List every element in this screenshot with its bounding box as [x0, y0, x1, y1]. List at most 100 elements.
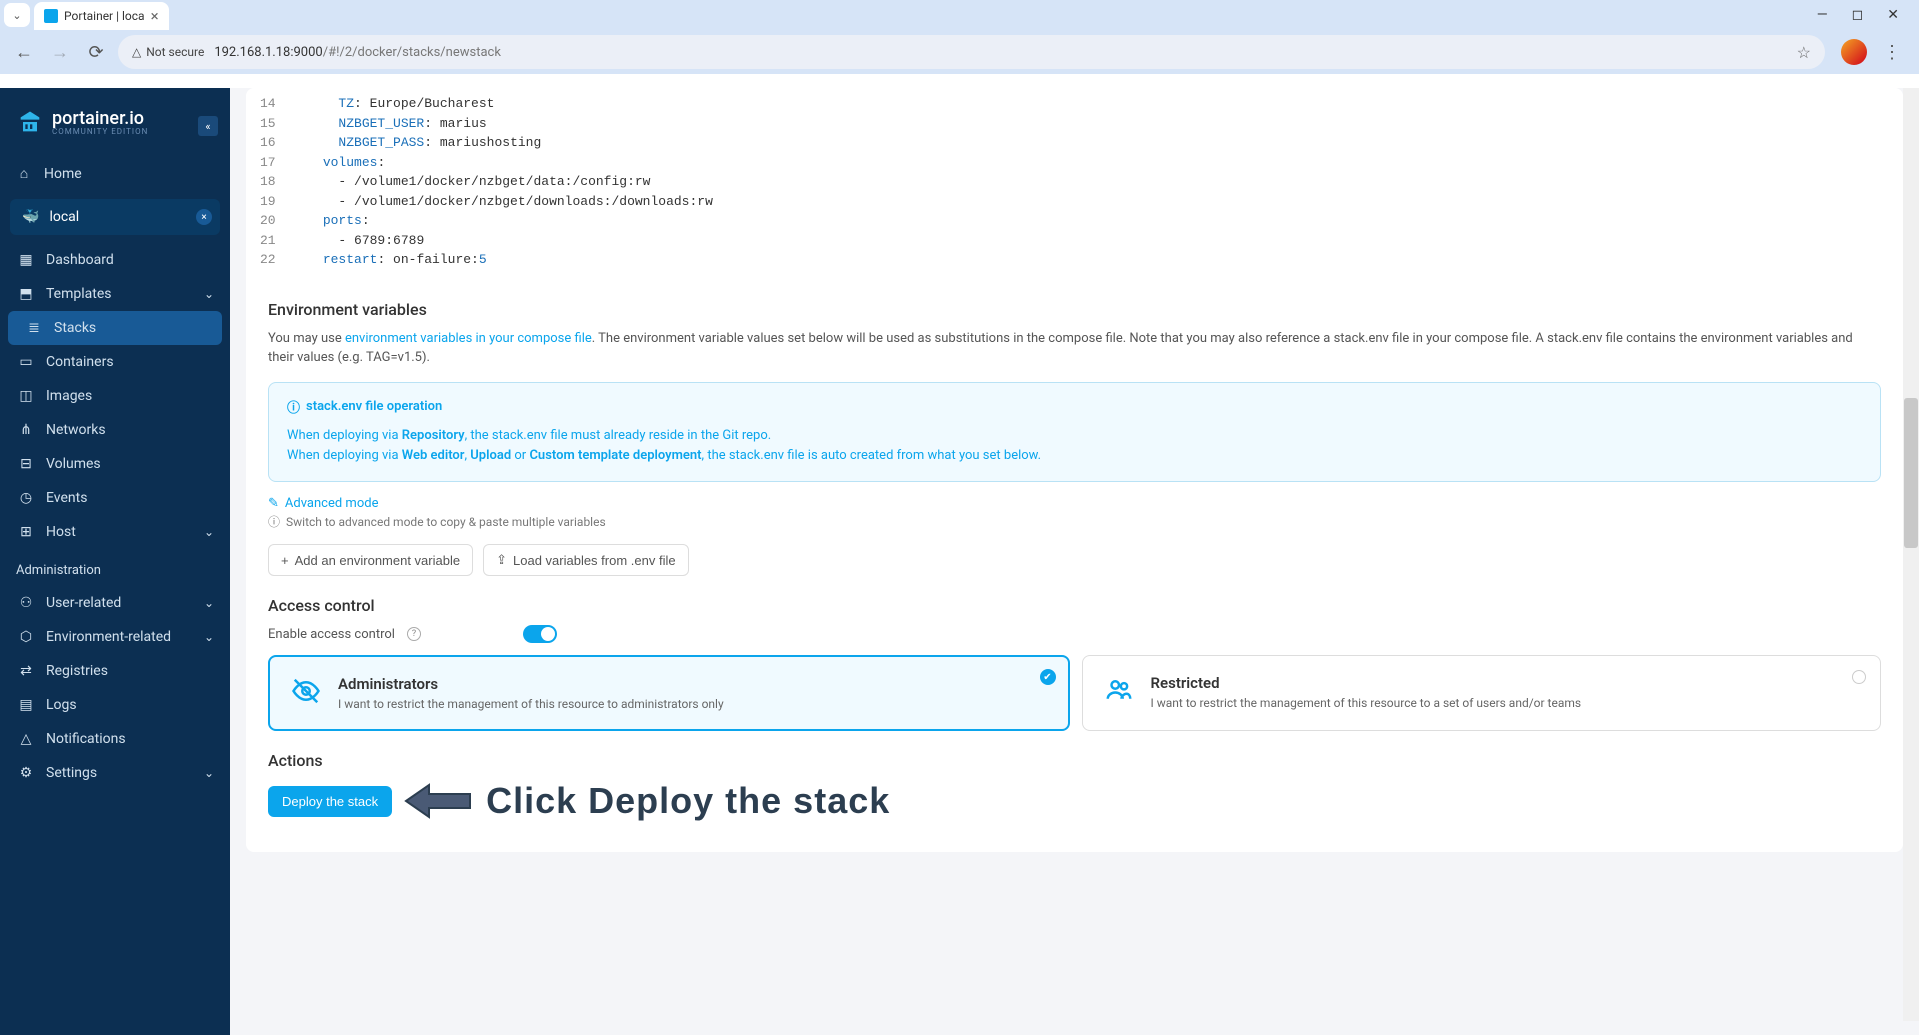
volumes-icon: ⊟	[18, 456, 34, 472]
advanced-mode-help: ⓘ Switch to advanced mode to copy & past…	[268, 513, 1881, 530]
browser-chrome: ⌄ Portainer | loca × — ◻ ✕ ← → ⟳ △ Not s…	[0, 0, 1919, 74]
sidebar-item-environment-related[interactable]: ⬡Environment-related⌄	[0, 620, 230, 654]
users-icon: ⚇	[18, 595, 34, 611]
add-env-var-button[interactable]: + Add an environment variable	[268, 544, 473, 576]
close-window-icon[interactable]: ✕	[1887, 7, 1899, 23]
deploy-stack-button[interactable]: Deploy the stack	[268, 786, 392, 817]
admin-card-desc: I want to restrict the management of thi…	[338, 697, 724, 711]
back-icon[interactable]: ←	[10, 38, 38, 66]
check-icon: ✔	[1040, 669, 1056, 685]
security-indicator[interactable]: △ Not secure	[132, 45, 204, 59]
upload-icon: ⇪	[496, 552, 507, 568]
sidebar-item-settings[interactable]: ⚙Settings⌄	[0, 756, 230, 790]
bookmark-star-icon[interactable]: ☆	[1797, 43, 1811, 62]
restricted-card-title: Restricted	[1151, 674, 1582, 692]
help-icon[interactable]: ?	[407, 627, 421, 641]
environment-selector[interactable]: 🐳 local ×	[10, 199, 220, 235]
env-help: You may use environment variables in you…	[268, 329, 1881, 368]
scrollbar[interactable]	[1903, 88, 1919, 1021]
images-icon: ◫	[18, 388, 34, 404]
info-small-icon: ⓘ	[268, 513, 280, 530]
browser-tab[interactable]: Portainer | loca ×	[34, 2, 169, 30]
actions-section: Actions Deploy the stack Click Deploy th…	[246, 741, 1903, 832]
sidebar-item-label: Volumes	[46, 456, 101, 472]
env-section: Environment variables You may use enviro…	[246, 290, 1903, 587]
annotation-arrow-icon	[404, 781, 474, 821]
sidebar-item-networks[interactable]: ⋔Networks	[0, 413, 230, 447]
scrollbar-thumb[interactable]	[1904, 398, 1918, 548]
sidebar-item-host[interactable]: ⊞Host⌄	[0, 515, 230, 549]
sidebar-item-label: Notifications	[46, 731, 126, 747]
sidebar-item-volumes[interactable]: ⊟ Volumes	[0, 447, 230, 481]
maximize-icon[interactable]: ◻	[1852, 7, 1864, 23]
info-box-body: When deploying via Repository, the stack…	[287, 426, 1862, 468]
stacks-icon: ≣	[26, 320, 42, 336]
access-control-toggle[interactable]	[523, 625, 557, 643]
env-close-icon[interactable]: ×	[196, 209, 212, 225]
sidebar-item-images[interactable]: ◫ Images	[0, 379, 230, 413]
minimize-icon[interactable]: —	[1817, 7, 1828, 23]
restricted-card-desc: I want to restrict the management of thi…	[1151, 696, 1582, 710]
sidebar-item-templates[interactable]: ⬒Templates⌄	[0, 277, 230, 311]
sidebar-item-label: Logs	[46, 697, 77, 713]
host-icon: ⊞	[18, 524, 34, 540]
line-gutter: 141516171819202122	[260, 94, 292, 270]
access-card-restricted[interactable]: Restricted I want to restrict the manage…	[1082, 655, 1882, 731]
sidebar-item-logs[interactable]: ▤Logs	[0, 688, 230, 722]
sidebar-item-dashboard[interactable]: ▦Dashboard	[0, 243, 230, 277]
events-icon: ◷	[18, 490, 34, 506]
containers-icon: ▭	[18, 354, 34, 370]
sidebar-item-label: Events	[46, 490, 87, 506]
sidebar-item-label: Host	[46, 524, 76, 540]
home-icon: ⌂	[16, 165, 32, 182]
sidebar-collapse-icon[interactable]: «	[198, 116, 218, 136]
tab-dropdown[interactable]: ⌄	[4, 3, 30, 27]
sidebar-item-label: Registries	[46, 663, 108, 679]
forward-icon[interactable]: →	[46, 38, 74, 66]
sidebar-item-label: Templates	[46, 286, 112, 302]
settings-icon: ⚙	[18, 765, 34, 781]
close-icon[interactable]: ×	[151, 7, 159, 25]
users-icon	[1103, 674, 1135, 706]
sidebar-item-user-related[interactable]: ⚇User-related⌄	[0, 586, 230, 620]
advanced-mode-link[interactable]: ✎ Advanced mode	[268, 496, 1881, 511]
app: « portainer.io COMMUNITY EDITION ⌂ Home …	[0, 88, 1919, 1035]
url-bar[interactable]: △ Not secure 192.168.1.18:9000/#!/2/dock…	[118, 35, 1825, 69]
nav-bar: ← → ⟳ △ Not secure 192.168.1.18:9000/#!/…	[0, 30, 1919, 74]
sidebar-item-label: Containers	[46, 354, 114, 370]
logo[interactable]: portainer.io COMMUNITY EDITION	[0, 88, 230, 156]
sidebar-item-containers[interactable]: ▭ Containers	[0, 345, 230, 379]
load-env-file-button[interactable]: ⇪ Load variables from .env file	[483, 544, 689, 576]
sidebar-item-home[interactable]: ⌂ Home	[0, 156, 230, 191]
sidebar-item-label: User-related	[46, 595, 121, 611]
code-body[interactable]: TZ: Europe/Bucharest NZBGET_USER: marius…	[292, 94, 713, 270]
sidebar-item-stacks[interactable]: ≣Stacks	[8, 311, 222, 345]
sidebar-item-registries[interactable]: ⇄Registries	[0, 654, 230, 688]
radio-icon	[1852, 670, 1866, 684]
actions-title: Actions	[268, 751, 1881, 770]
portainer-favicon	[44, 9, 58, 23]
sidebar-item-notifications[interactable]: △Notifications	[0, 722, 230, 756]
environment-name: local	[49, 209, 79, 225]
env-help-link[interactable]: environment variables in your compose fi…	[345, 331, 592, 346]
info-box-title: ⓘ stack.env file operation	[287, 397, 1862, 416]
admin-card-title: Administrators	[338, 675, 724, 693]
docker-icon: 🐳	[22, 209, 39, 225]
kebab-menu-icon[interactable]: ⋮	[1875, 42, 1909, 63]
brand-subtitle: COMMUNITY EDITION	[52, 127, 148, 136]
info-icon: ⓘ	[287, 397, 300, 416]
brand-name: portainer.io	[52, 108, 148, 129]
main-content: 141516171819202122 TZ: Europe/Bucharest …	[230, 88, 1919, 1035]
sidebar-item-events[interactable]: ◷ Events	[0, 481, 230, 515]
reload-icon[interactable]: ⟳	[82, 38, 110, 66]
eye-off-icon	[290, 675, 322, 707]
sidebar: « portainer.io COMMUNITY EDITION ⌂ Home …	[0, 88, 230, 1035]
sidebar-item-label: Images	[46, 388, 92, 404]
templates-icon: ⬒	[18, 286, 34, 302]
security-label: Not secure	[146, 45, 204, 59]
access-section: Access control Enable access control ? ✔	[246, 586, 1903, 741]
enable-access-label: Enable access control	[268, 627, 395, 642]
compose-editor[interactable]: 141516171819202122 TZ: Europe/Bucharest …	[246, 88, 1903, 290]
access-card-administrators[interactable]: ✔ Administrators I want to restrict the …	[268, 655, 1070, 731]
profile-avatar[interactable]	[1841, 39, 1867, 65]
